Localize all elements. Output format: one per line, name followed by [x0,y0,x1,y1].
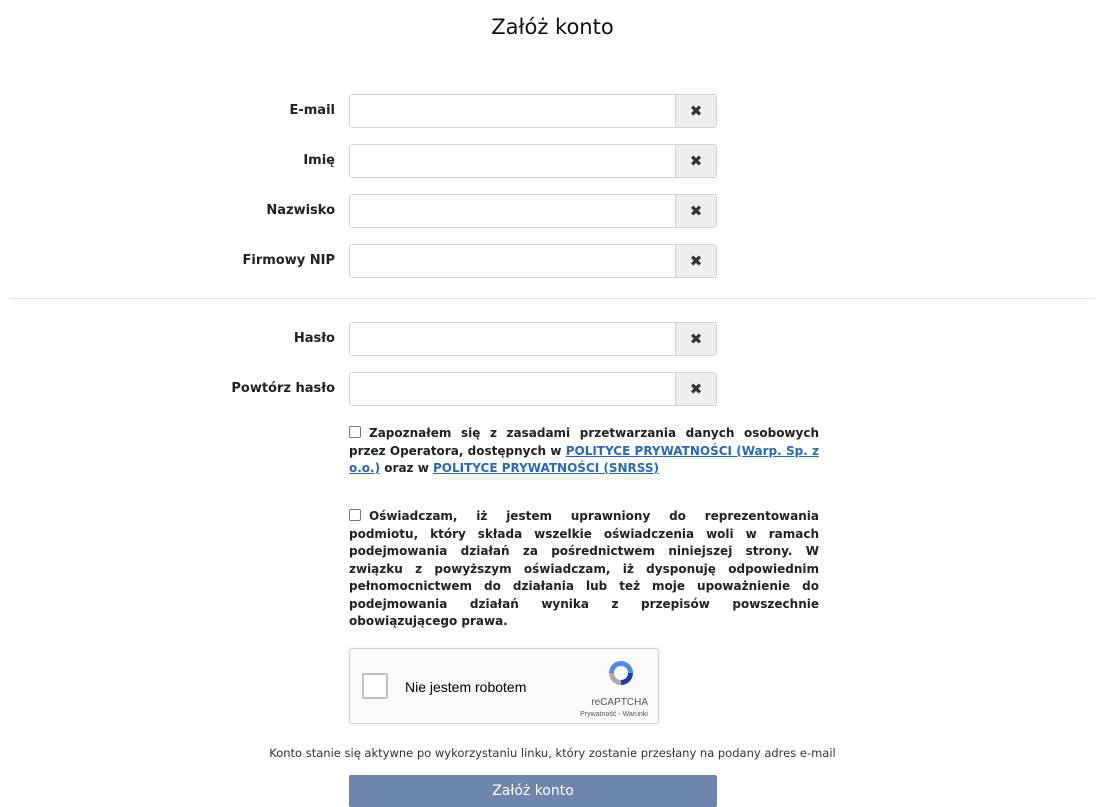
section-divider [10,298,1095,299]
password-row: Hasło ✖ [0,322,1105,358]
privacy-consent-checkbox[interactable] [349,426,361,438]
recaptcha-brand: reCAPTCHA [591,697,648,708]
nip-field[interactable] [350,245,677,277]
close-icon[interactable]: ✖ [675,195,716,227]
last-name-label: Nazwisko [266,203,335,218]
repeat-password-row: Powtórz hasło ✖ [0,372,1105,408]
close-icon[interactable]: ✖ [675,373,716,405]
email-field[interactable] [350,95,677,127]
nip-field-wrap: ✖ [349,244,717,278]
first-name-label: Imię [303,153,335,168]
nip-row: Firmowy NIP ✖ [0,244,1105,280]
authority-consent: Oświadczam, iż jestem uprawniony do repr… [349,508,819,631]
password-field[interactable] [350,323,677,355]
email-row: E-mail ✖ [0,94,1105,130]
last-name-row: Nazwisko ✖ [0,194,1105,230]
first-name-field-wrap: ✖ [349,144,717,178]
email-label: E-mail [289,103,335,118]
repeat-password-label: Powtórz hasło [231,381,335,396]
close-icon[interactable]: ✖ [675,245,716,277]
repeat-password-field[interactable] [350,373,677,405]
page-title: Załóż konto [491,15,614,39]
privacy-consent-middle: oraz w [384,461,429,475]
privacy-consent: Zapoznałem się z zasadami przetwarzania … [349,425,819,478]
close-icon[interactable]: ✖ [675,145,716,177]
password-field-wrap: ✖ [349,322,717,356]
authority-consent-text: Oświadczam, iż jestem uprawniony do repr… [349,509,819,628]
password-label: Hasło [293,331,335,346]
recaptcha-label: Nie jestem robotem [405,679,527,695]
close-icon[interactable]: ✖ [675,323,716,355]
first-name-field[interactable] [350,145,677,177]
recaptcha-privacy-link[interactable]: Prywatność [580,711,616,718]
recaptcha-terms-link[interactable]: Warunki [623,711,648,718]
activation-info-text: Konto stanie się aktywne po wykorzystani… [269,746,836,760]
last-name-field[interactable] [350,195,677,227]
create-account-button[interactable]: Załóż konto [349,775,717,807]
recaptcha-terms: Prywatność - Warunki [580,711,648,718]
nip-label: Firmowy NIP [242,253,335,268]
authority-consent-checkbox[interactable] [349,509,361,521]
last-name-field-wrap: ✖ [349,194,717,228]
privacy-policy-link-snrss[interactable]: POLITYCE PRYWATNOŚCI (SNRSS) [433,461,659,475]
recaptcha-checkbox[interactable] [362,673,388,699]
recaptcha-widget: Nie jestem robotem reCAPTCHA Prywatność … [349,648,659,724]
close-icon[interactable]: ✖ [675,95,716,127]
email-field-wrap: ✖ [349,94,717,128]
repeat-password-field-wrap: ✖ [349,372,717,406]
first-name-row: Imię ✖ [0,144,1105,180]
recaptcha-logo-icon [609,661,633,685]
